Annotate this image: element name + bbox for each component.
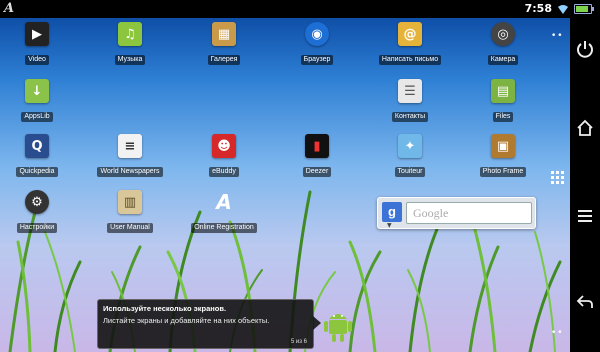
app-label: Браузер	[300, 55, 334, 65]
navigation-bar	[570, 18, 600, 352]
workspace-hint-tooltip[interactable]: Используйте несколько экранов. Листайте …	[97, 299, 321, 349]
battery-level-fill	[576, 6, 588, 12]
google-search-widget[interactable]: g ▼ Google	[377, 197, 536, 229]
archos-logo: A	[4, 1, 15, 16]
app-browser[interactable]: ◉ Браузер	[272, 22, 362, 65]
settings-icon: ⚙	[25, 190, 49, 214]
back-icon[interactable]	[576, 293, 594, 311]
google-logo-icon[interactable]: g	[382, 202, 402, 222]
status-bar: A 7:58	[0, 0, 600, 18]
app-label: Музыка	[114, 55, 146, 65]
app-settings[interactable]: ⚙ Настройки	[0, 190, 82, 233]
home-screen: A 7:58 ▶ Video ♫ Музыка ▦ Галерея ◉ Брау…	[0, 0, 600, 352]
app-photo-frame[interactable]: ▣ Photo Frame	[458, 134, 548, 177]
app-contacts[interactable]: ☰ Контакты	[365, 79, 455, 122]
touiteur-icon: ✦	[398, 134, 422, 158]
page-dots-top[interactable]: ••	[551, 31, 564, 41]
gallery-icon: ▦	[212, 22, 236, 46]
app-label: Галерея	[207, 55, 241, 65]
app-label: Video	[25, 55, 49, 65]
app-online-registration[interactable]: A Online Registration	[179, 190, 269, 233]
app-world-newspapers[interactable]: ≡ World Newspapers	[85, 134, 175, 177]
files-icon: ▤	[491, 79, 515, 103]
tooltip-page-indicator: 5 из 6	[290, 339, 307, 345]
appslib-icon: ↓	[25, 79, 49, 103]
app-label: Deezer	[302, 167, 332, 177]
tooltip-title: Используйте несколько экранов.	[103, 304, 227, 313]
app-files[interactable]: ▤ Files	[458, 79, 548, 122]
app-label: eBuddy	[209, 167, 239, 177]
tooltip-arrow	[313, 316, 321, 330]
app-label: Quickpedia	[16, 167, 58, 177]
app-label: Online Registration	[191, 223, 257, 233]
online-registration-icon: A	[216, 190, 232, 214]
app-touiteur[interactable]: ✦ Touiteur	[365, 134, 455, 177]
camera-icon: ◎	[491, 22, 515, 46]
wifi-icon	[558, 5, 568, 14]
app-label: Files	[492, 112, 514, 122]
app-video[interactable]: ▶ Video	[0, 22, 82, 65]
app-gallery[interactable]: ▦ Галерея	[179, 22, 269, 65]
app-music[interactable]: ♫ Музыка	[85, 22, 175, 65]
battery-icon	[574, 4, 594, 14]
power-icon[interactable]	[576, 40, 594, 58]
ebuddy-icon: ☻	[212, 134, 236, 158]
app-deezer[interactable]: ▮ Deezer	[272, 134, 362, 177]
app-label: Touiteur	[394, 167, 426, 177]
app-appslib[interactable]: ↓ AppsLib	[0, 79, 82, 122]
home-icon[interactable]	[576, 119, 594, 137]
browser-icon: ◉	[305, 22, 329, 46]
android-robot-icon	[324, 314, 352, 342]
app-user-manual[interactable]: ▥ User Manual	[85, 190, 175, 233]
app-label: Написать письмо	[378, 55, 442, 65]
newspapers-icon: ≡	[118, 134, 142, 158]
app-ebuddy[interactable]: ☻ eBuddy	[179, 134, 269, 177]
contacts-icon: ☰	[398, 79, 422, 103]
app-quickpedia[interactable]: Q Quickpedia	[0, 134, 82, 177]
tooltip-body: Листайте экраны и добавляйте на них объе…	[103, 316, 270, 325]
app-label: World Newspapers	[97, 167, 163, 177]
app-camera[interactable]: ◎ Камера	[458, 22, 548, 65]
menu-icon[interactable]	[576, 207, 594, 225]
page-dots-bottom[interactable]: ••	[551, 328, 564, 338]
email-icon: @	[398, 22, 422, 46]
app-email[interactable]: @ Написать письмо	[365, 22, 455, 65]
video-icon: ▶	[25, 22, 49, 46]
clock: 7:58	[524, 2, 552, 15]
chevron-down-icon: ▼	[387, 222, 392, 229]
all-apps-grid-icon[interactable]	[550, 170, 566, 186]
quickpedia-icon: Q	[25, 134, 49, 158]
app-label: Настройки	[16, 223, 58, 233]
photo-frame-icon: ▣	[491, 134, 515, 158]
music-icon: ♫	[118, 22, 142, 46]
app-label: AppsLib	[21, 112, 53, 122]
app-label: User Manual	[107, 223, 153, 233]
google-search-input[interactable]: Google	[406, 202, 532, 224]
app-label: Контакты	[391, 112, 429, 122]
app-label: Камера	[487, 55, 519, 65]
user-manual-icon: ▥	[118, 190, 142, 214]
deezer-icon: ▮	[305, 134, 329, 158]
app-label: Photo Frame	[479, 167, 527, 177]
